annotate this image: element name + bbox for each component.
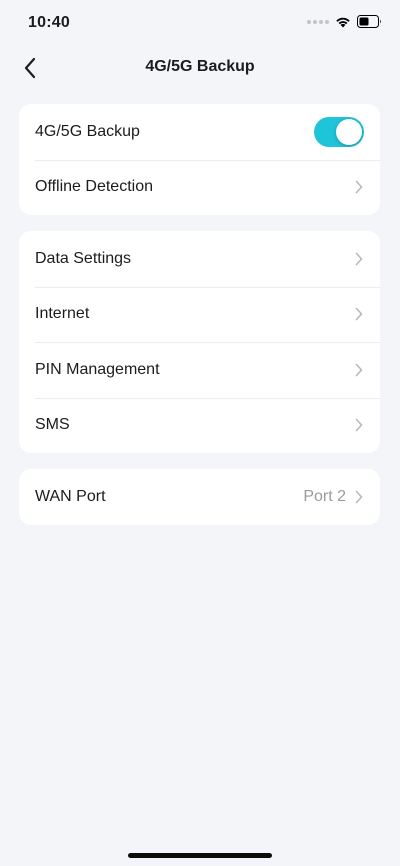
nav-header: 4G/5G Backup [0, 46, 400, 90]
offline-detection-label: Offline Detection [35, 178, 153, 196]
network-settings-card: Data Settings Internet PIN Management SM… [19, 231, 380, 453]
chevron-right-icon [354, 306, 364, 322]
pin-management-label: PIN Management [35, 360, 160, 378]
toggle-knob [336, 118, 362, 145]
chevron-right-icon [354, 417, 364, 433]
backup-toggle-row: 4G/5G Backup [19, 104, 380, 160]
cellular-signal-icon [307, 19, 329, 24]
backup-toggle-switch[interactable] [314, 116, 364, 147]
wan-port-card: WAN Port Port 2 [19, 469, 380, 525]
home-indicator[interactable] [128, 853, 272, 858]
wan-port-value: Port 2 [303, 487, 346, 505]
data-settings-label: Data Settings [35, 249, 132, 267]
chevron-right-icon [354, 489, 364, 505]
data-settings-row[interactable]: Data Settings [19, 231, 380, 287]
pin-management-row[interactable]: PIN Management [19, 342, 380, 398]
wan-port-row[interactable]: WAN Port Port 2 [19, 469, 380, 525]
chevron-right-icon [354, 251, 364, 267]
sms-label: SMS [35, 416, 70, 434]
chevron-right-icon [354, 362, 364, 378]
status-time: 10:40 [28, 14, 70, 31]
internet-row[interactable]: Internet [19, 286, 380, 343]
internet-label: Internet [35, 305, 90, 323]
wifi-icon [336, 17, 350, 27]
status-bar: 10:40 [0, 0, 400, 46]
sms-row[interactable]: SMS [19, 397, 380, 454]
battery-icon [357, 15, 381, 28]
offline-detection-row[interactable]: Offline Detection [19, 159, 380, 216]
chevron-right-icon [354, 179, 364, 195]
backup-toggle-label: 4G/5G Backup [35, 122, 140, 140]
wan-port-label: WAN Port [35, 487, 106, 505]
status-icons [307, 15, 382, 28]
page-title: 4G/5G Backup [145, 58, 255, 75]
backup-settings-card: 4G/5G Backup Offline Detection [19, 104, 380, 215]
